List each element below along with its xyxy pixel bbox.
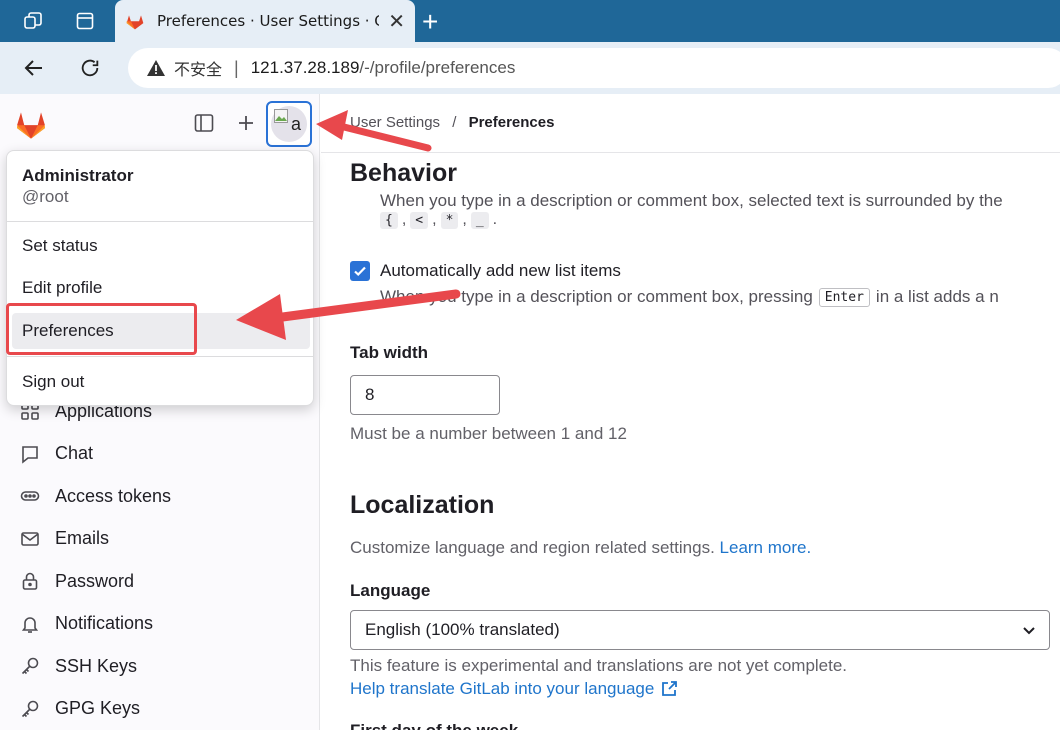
tab-width-help: Must be a number between 1 and 12 bbox=[350, 424, 627, 443]
help-translate-link[interactable]: Help translate GitLab into your language bbox=[350, 679, 678, 699]
divider bbox=[7, 221, 313, 222]
arrow-left-icon bbox=[24, 60, 42, 76]
localization-heading: Localization bbox=[350, 491, 495, 519]
sidebar-item-label: Password bbox=[55, 570, 135, 591]
gitlab-favicon-icon bbox=[126, 15, 144, 30]
external-link-icon bbox=[662, 681, 678, 696]
key-badge: < bbox=[410, 211, 429, 229]
sidebar-item-access-tokens[interactable]: Access tokens bbox=[0, 475, 320, 518]
workspaces-icon[interactable] bbox=[20, 8, 46, 34]
url-separator: | bbox=[234, 57, 239, 78]
language-value: English (100% translated) bbox=[365, 620, 560, 639]
mail-icon bbox=[21, 531, 39, 546]
help-text: in a list adds a n bbox=[875, 287, 999, 306]
auto-list-help: When you type in a description or commen… bbox=[380, 287, 999, 307]
annotation-highlight-box bbox=[6, 303, 197, 355]
broken-image-icon bbox=[274, 109, 288, 123]
back-button[interactable] bbox=[20, 54, 48, 82]
sidebar-item-ssh-keys[interactable]: SSH Keys bbox=[0, 645, 320, 688]
sidebar-item-label: Chat bbox=[55, 443, 94, 464]
sidebar-item-gpg-keys[interactable]: GPG Keys bbox=[0, 688, 320, 730]
sidebar-item-label: SSH Keys bbox=[55, 655, 138, 676]
key-badge: _ bbox=[470, 211, 489, 229]
tab-title: Preferences · User Settings · GitLab bbox=[157, 12, 379, 30]
sign-out-item[interactable]: Sign out bbox=[12, 364, 310, 400]
key-badge: * bbox=[440, 211, 459, 229]
edit-profile-item[interactable]: Edit profile bbox=[12, 270, 310, 306]
chevron-down-icon bbox=[1023, 627, 1035, 635]
reload-button[interactable] bbox=[76, 54, 104, 82]
gitlab-logo-icon[interactable] bbox=[14, 108, 48, 145]
lock-icon bbox=[22, 572, 38, 591]
learn-more-link[interactable]: Learn more. bbox=[720, 538, 812, 557]
reload-icon bbox=[81, 59, 99, 77]
token-icon bbox=[20, 491, 40, 502]
url-field[interactable]: 不安全 | 121.37.28.189 /-/profile/preferenc… bbox=[128, 48, 1060, 88]
plus-icon[interactable] bbox=[236, 113, 258, 135]
sidebar-item-notifications[interactable]: Notifications bbox=[0, 603, 320, 646]
breadcrumb-current: Preferences bbox=[468, 114, 555, 131]
behavior-heading: Behavior bbox=[350, 159, 477, 188]
sidebar-nav: Applications Chat Access tokens Emails P… bbox=[0, 390, 320, 730]
surround-keys: {, <, *, _. bbox=[380, 211, 497, 229]
browser-tab-active[interactable]: Preferences · User Settings · GitLab ✕ bbox=[115, 0, 415, 42]
user-handle: @root bbox=[22, 187, 69, 206]
key-badge: { bbox=[380, 211, 398, 229]
auto-list-checkbox[interactable] bbox=[350, 261, 370, 281]
language-label: Language bbox=[350, 581, 431, 600]
sidebar-item-label: Notifications bbox=[55, 613, 154, 634]
behavior-cut-help: When you type in a description or commen… bbox=[380, 191, 1003, 210]
browser-tab-bar: Preferences · User Settings · GitLab ✕ + bbox=[0, 0, 1060, 42]
close-icon[interactable]: ✕ bbox=[388, 9, 405, 34]
sidebar-item-label: GPG Keys bbox=[55, 698, 141, 719]
avatar-alt-text: a bbox=[290, 113, 301, 134]
user-avatar-button[interactable]: a bbox=[266, 101, 312, 147]
sidebar-item-emails[interactable]: Emails bbox=[0, 518, 320, 561]
breadcrumb-separator: / bbox=[452, 114, 457, 131]
breadcrumb-parent-link[interactable]: User Settings bbox=[350, 114, 440, 131]
user-name: Administrator bbox=[22, 166, 134, 185]
url-path: /-/profile/preferences bbox=[359, 58, 516, 77]
link-text: Help translate GitLab into your language bbox=[350, 679, 655, 698]
new-tab-button[interactable]: + bbox=[422, 6, 438, 38]
sidebar-item-label: Emails bbox=[55, 528, 110, 549]
key-icon bbox=[21, 700, 39, 717]
tab-width-input[interactable]: 8 bbox=[350, 375, 500, 415]
security-label[interactable]: 不安全 bbox=[174, 56, 222, 80]
user-menu-dropdown: Administrator @root Set status Edit prof… bbox=[6, 150, 314, 406]
chat-icon bbox=[22, 445, 38, 464]
sidebar-item-password[interactable]: Password bbox=[0, 560, 320, 603]
url-host: 121.37.28.189 bbox=[250, 58, 360, 77]
check-icon bbox=[354, 266, 366, 277]
sidebar-item-chat[interactable]: Chat bbox=[0, 433, 320, 476]
sidebar-item-label: Access tokens bbox=[55, 485, 172, 506]
first-day-label: First day of the week bbox=[350, 721, 518, 730]
warning-icon bbox=[147, 60, 165, 76]
language-select[interactable]: English (100% translated) bbox=[350, 610, 1050, 650]
breadcrumb: User Settings / Preferences bbox=[350, 114, 554, 131]
enter-key-badge: Enter bbox=[818, 287, 870, 307]
address-bar: 不安全 | 121.37.28.189 /-/profile/preferenc… bbox=[0, 42, 1060, 94]
tab-width-label: Tab width bbox=[350, 343, 429, 362]
help-text: When you type in a description or commen… bbox=[380, 287, 813, 306]
sidebar-toggle-icon[interactable] bbox=[194, 113, 216, 135]
main-content: When you type in a description or commen… bbox=[321, 153, 1060, 730]
experimental-note: This feature is experimental and transla… bbox=[350, 656, 848, 675]
bell-icon bbox=[21, 617, 39, 633]
localization-description: Customize language and region related se… bbox=[350, 538, 811, 558]
key-icon bbox=[21, 657, 39, 675]
avatar: a bbox=[271, 106, 307, 142]
description-text: Customize language and region related se… bbox=[350, 538, 715, 557]
divider bbox=[7, 356, 313, 357]
set-status-item[interactable]: Set status bbox=[12, 228, 310, 264]
auto-list-label[interactable]: Automatically add new list items bbox=[380, 261, 621, 281]
tab-actions-icon[interactable] bbox=[72, 8, 98, 34]
